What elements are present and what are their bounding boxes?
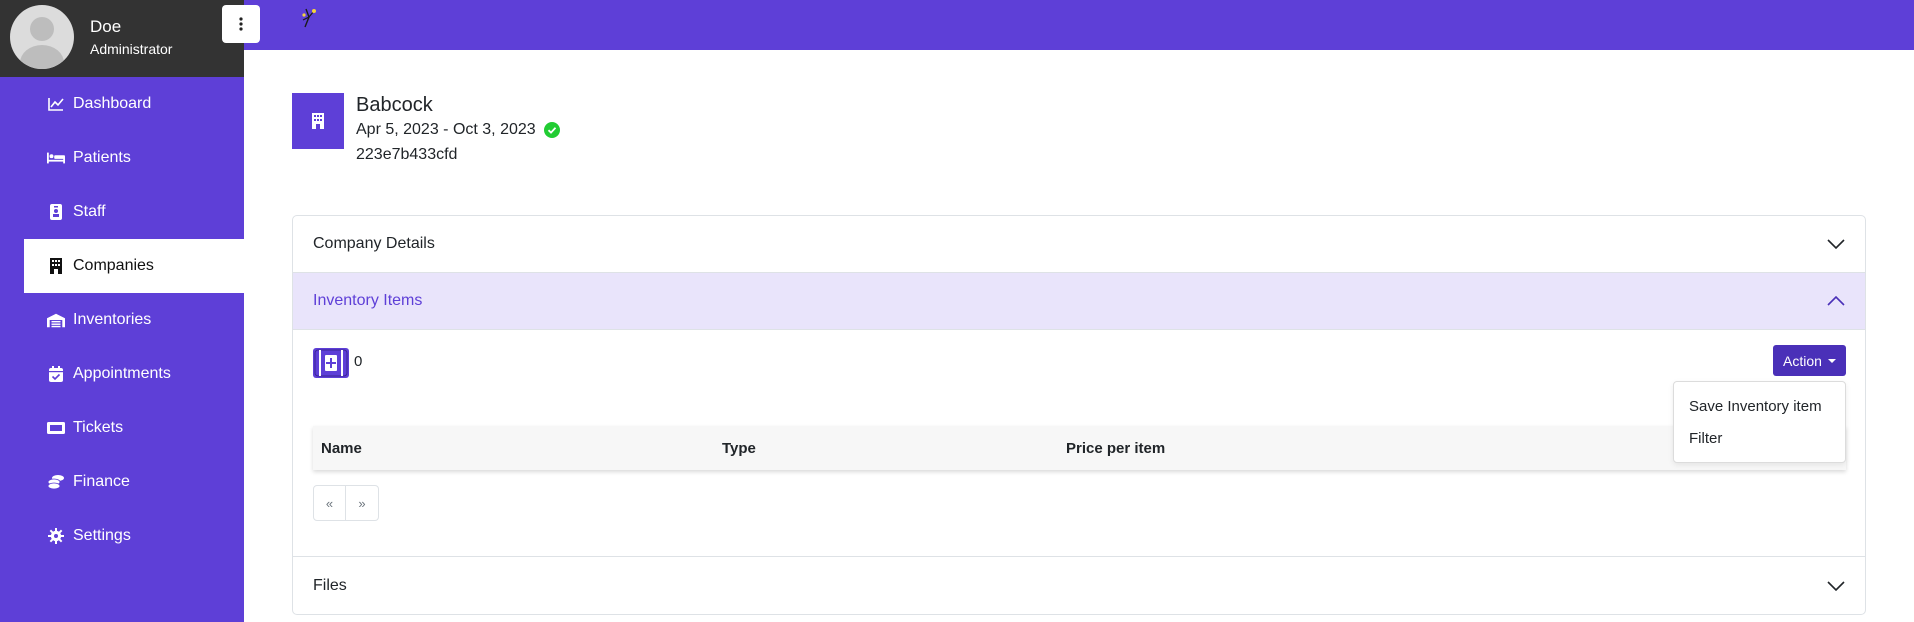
building-icon: [47, 257, 65, 275]
inventory-items-panel: 0 Action Save Inventory item Filter Name…: [293, 330, 1865, 557]
coins-icon: [47, 473, 65, 491]
building-icon: [312, 113, 324, 129]
action-dropdown-button[interactable]: Action: [1773, 345, 1846, 376]
caret-down-icon: [1827, 358, 1836, 363]
sidebar-item-finance[interactable]: Finance: [0, 455, 244, 509]
bed-icon: [47, 149, 65, 167]
sidebar-item-inventories[interactable]: Inventories: [0, 293, 244, 347]
accordion-files[interactable]: Files: [293, 557, 1865, 614]
plus-square-icon: [314, 349, 348, 377]
gear-icon: [47, 527, 65, 545]
company-id: 223e7b433cfd: [356, 146, 458, 163]
avatar[interactable]: [10, 5, 74, 69]
sidebar-item-label: Finance: [73, 473, 130, 490]
sidebar-item-tickets[interactable]: Tickets: [0, 401, 244, 455]
company-dates-text: Apr 5, 2023 - Oct 3, 2023: [356, 121, 536, 138]
warehouse-icon: [47, 311, 65, 329]
user-panel: Doe Administrator: [0, 0, 244, 77]
accordion-title: Inventory Items: [313, 292, 423, 309]
sidebar-item-staff[interactable]: Staff: [0, 185, 244, 239]
sidebar-item-label: Inventories: [73, 311, 152, 328]
app-logo-icon[interactable]: [300, 7, 318, 34]
pagination-next-button[interactable]: »: [346, 485, 379, 521]
sidebar-item-label: Dashboard: [73, 95, 152, 112]
company-date-range: Apr 5, 2023 - Oct 3, 2023: [356, 121, 560, 139]
user-role: Administrator: [90, 41, 173, 57]
sidebar-item-companies[interactable]: Companies: [24, 239, 244, 293]
action-label: Action: [1783, 352, 1822, 369]
id-badge-icon: [47, 203, 65, 221]
inventory-table-header: Name Type Price per item: [313, 426, 1846, 470]
top-bar: [244, 0, 1914, 50]
company-accordion: Company Details Inventory Items 0 Action…: [292, 215, 1866, 615]
accordion-title: Files: [313, 576, 347, 594]
sidebar-item-label: Companies: [73, 257, 154, 274]
kebab-icon: [239, 17, 243, 31]
pagination-prev-button[interactable]: «: [313, 485, 346, 521]
inventory-count: 0: [354, 353, 363, 370]
pagination: « »: [313, 485, 379, 521]
accordion-inventory-items[interactable]: Inventory Items: [293, 273, 1865, 330]
column-header-type[interactable]: Type: [722, 440, 756, 457]
sidebar-item-label: Appointments: [73, 365, 171, 382]
sidebar-item-patients[interactable]: Patients: [0, 131, 244, 185]
accordion-title: Company Details: [313, 235, 435, 252]
calendar-check-icon: [47, 365, 65, 383]
sidebar-item-dashboard[interactable]: Dashboard: [0, 77, 244, 131]
user-menu-button[interactable]: [222, 5, 260, 43]
sidebar-item-appointments[interactable]: Appointments: [0, 347, 244, 401]
sidebar-item-settings[interactable]: Settings: [0, 509, 244, 563]
check-circle-icon: [543, 122, 560, 138]
chart-line-icon: [47, 95, 65, 113]
sidebar: Doe Administrator Dashboard Patients Sta…: [0, 0, 260, 622]
sidebar-item-label: Patients: [73, 149, 131, 166]
add-inventory-button[interactable]: [313, 348, 349, 378]
sidebar-item-label: Tickets: [73, 419, 124, 436]
menu-item-save-inventory[interactable]: Save Inventory item: [1674, 390, 1845, 422]
user-name: Doe: [90, 17, 122, 36]
chevron-down-icon: [1827, 239, 1845, 249]
sidebar-item-label: Settings: [73, 527, 131, 544]
action-dropdown-menu: Save Inventory item Filter: [1673, 381, 1846, 463]
company-name: Babcock: [356, 94, 433, 116]
menu-item-filter[interactable]: Filter: [1674, 422, 1845, 454]
chevron-up-icon: [1827, 296, 1845, 306]
column-header-name[interactable]: Name: [321, 440, 362, 457]
sidebar-nav: Dashboard Patients Staff Companies Inven…: [0, 77, 244, 563]
company-badge: [292, 93, 344, 149]
column-header-price[interactable]: Price per item: [1066, 440, 1165, 457]
accordion-company-details[interactable]: Company Details: [293, 216, 1865, 273]
chevron-down-icon: [1827, 580, 1845, 591]
ticket-icon: [47, 419, 65, 437]
sidebar-item-label: Staff: [73, 203, 106, 220]
